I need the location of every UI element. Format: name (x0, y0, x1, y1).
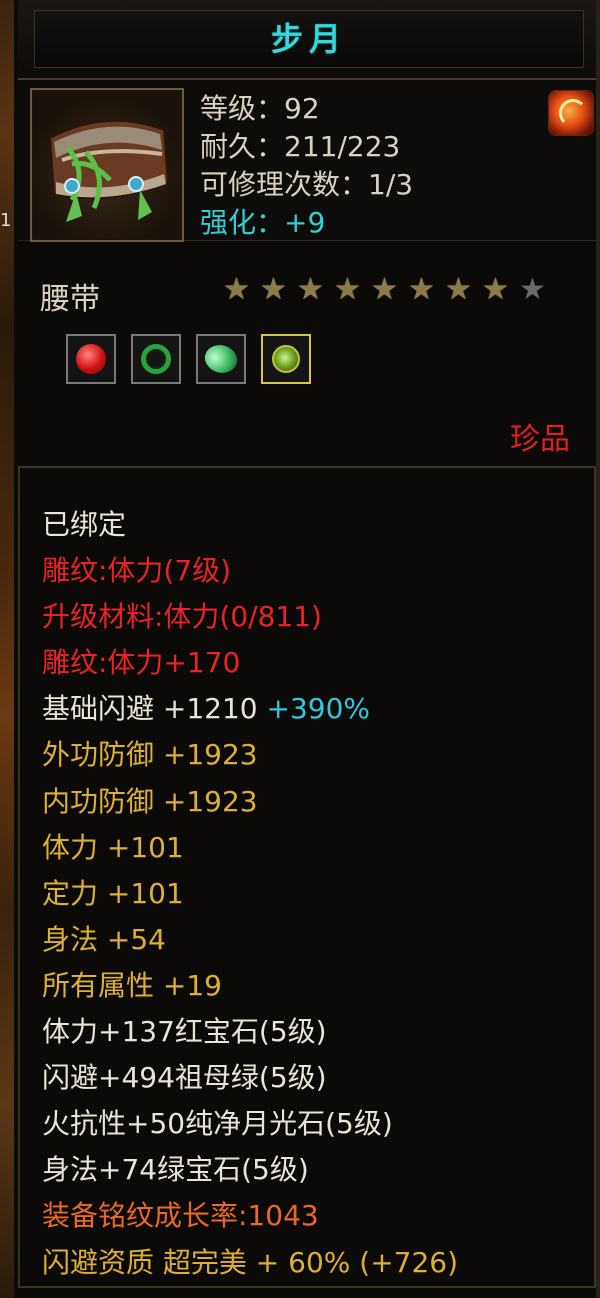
green-gem-icon (272, 345, 301, 373)
engrave-bonus: 雕纹:体力+170 (42, 646, 241, 680)
ruby-gem-icon (76, 344, 106, 374)
upgrade-material: 升级材料:体力(0/811) (42, 600, 322, 634)
engrave-level: 雕纹:体力(7级) (42, 554, 232, 588)
green-gem-slot[interactable] (261, 334, 312, 384)
star-filled-icon: ★ (445, 272, 472, 307)
attribute-list: 已绑定 雕纹:体力(7级) 升级材料:体力(0/811) 雕纹:体力+170 基… (42, 502, 458, 1286)
moonstone-gem-icon (200, 338, 242, 380)
emerald-gem-icon (141, 344, 172, 374)
gem-slots (66, 334, 321, 384)
gem-bonus-moonstone: 火抗性+50纯净月光石(5级) (42, 1107, 393, 1141)
right-frame-edge (596, 0, 600, 1298)
swirl-icon (559, 99, 587, 127)
edge-number: 1 (0, 210, 12, 231)
growth-rate: 装备铭纹成长率:1043 (42, 1199, 319, 1233)
star-filled-icon: ★ (334, 272, 361, 307)
ruby-gem-slot[interactable] (66, 334, 116, 384)
base-dodge: 基础闪避 +1210 +390% (42, 686, 458, 732)
base-dodge-bonus: +390% (266, 692, 371, 726)
bound-status: 已绑定 (42, 508, 127, 541)
item-name: 步月 (270, 20, 347, 58)
title-bar: 步月 (18, 0, 600, 80)
fire-emblem-icon (548, 90, 594, 136)
star-filled-icon: ★ (223, 272, 250, 307)
durability-text: 耐久：211/223 (200, 130, 401, 163)
rarity-label: 珍品 (510, 422, 570, 457)
gem-bonus-ruby: 体力+137红宝石(5级) (42, 1015, 327, 1049)
game-background-edge: 1 (0, 0, 14, 1298)
attribute-panel: 已绑定 雕纹:体力(7级) 升级材料:体力(0/811) 雕纹:体力+170 基… (18, 466, 596, 1288)
item-stats: 等级：92 耐久：211/223 可修理次数：1/3 强化：+9 (200, 90, 413, 242)
outer-defense: 外功防御 +1923 (42, 738, 258, 772)
repair-count-text: 可修理次数：1/3 (200, 168, 414, 201)
stamina-attr: 体力 +101 (42, 830, 184, 864)
inner-defense: 内功防御 +1923 (42, 784, 258, 818)
belt-icon-art (48, 119, 170, 222)
star-rating: ★ ★ ★ ★ ★ ★ ★ ★ ★ (218, 272, 551, 308)
star-filled-icon: ★ (482, 272, 509, 307)
star-filled-icon: ★ (408, 272, 435, 307)
emerald-gem-slot[interactable] (131, 334, 182, 384)
item-type-label: 腰带 (40, 282, 100, 317)
base-dodge-value: 基础闪避 +1210 (42, 692, 258, 726)
star-filled-icon: ★ (371, 272, 398, 307)
gem-bonus-green: 身法+74绿宝石(5级) (42, 1153, 309, 1187)
all-attributes: 所有属性 +19 (42, 968, 222, 1002)
agility-attr: 身法 +54 (42, 922, 166, 956)
moonstone-gem-slot[interactable] (196, 334, 247, 384)
item-header: 等级：92 耐久：211/223 可修理次数：1/3 强化：+9 (18, 80, 600, 242)
enhance-text: 强化：+9 (200, 206, 326, 239)
focus-attr: 定力 +101 (42, 876, 184, 910)
belt-icon[interactable] (30, 88, 184, 242)
dodge-quality: 闪避资质 超完美 + 60% (+726) (42, 1245, 459, 1279)
item-tooltip: 1 步月 等级：92 耐久：211/223 可修理次数：1/3 强化：+9 腰带… (0, 0, 600, 1298)
gem-bonus-emerald: 闪避+494祖母绿(5级) (42, 1061, 327, 1095)
star-filled-icon: ★ (260, 272, 287, 307)
star-empty-icon: ★ (519, 272, 546, 307)
item-type-section: 腰带 ★ ★ ★ ★ ★ ★ ★ ★ ★ 珍品 (18, 242, 600, 464)
star-filled-icon: ★ (297, 272, 324, 307)
level-text: 等级：92 (200, 92, 320, 125)
